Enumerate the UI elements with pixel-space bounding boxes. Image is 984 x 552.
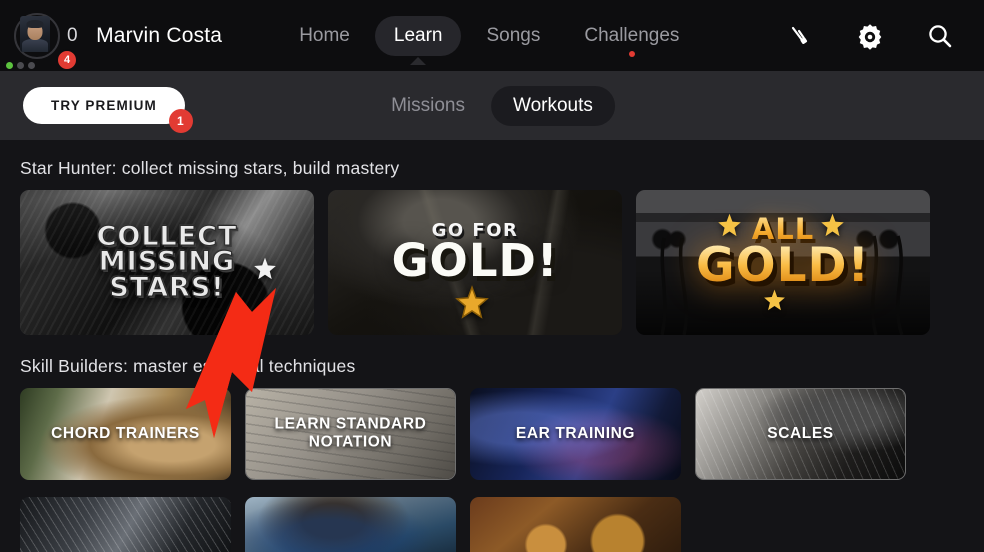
secondary-bar: TRY PREMIUM 1 Missions Workouts <box>0 71 984 140</box>
gear-icon[interactable] <box>856 22 884 50</box>
premium-badge: 1 <box>168 109 193 133</box>
gold-star-left-icon <box>718 213 741 237</box>
section-title-skill-builders: Skill Builders: master essential techniq… <box>20 356 356 376</box>
card-chord-trainers[interactable]: CHORD TRAINERS <box>20 388 231 480</box>
card-tutorial-videos[interactable]: TUTORIAL VIDEOS <box>470 497 681 552</box>
card-allgold-title: GOLD! <box>636 242 930 289</box>
card-all-gold[interactable]: ALL GOLD! <box>636 190 930 335</box>
tab-missions[interactable]: Missions <box>369 86 487 126</box>
card-arpeggios[interactable]: ARPEGGIOS <box>20 497 231 552</box>
card-gold-title: GOLD! <box>391 234 559 287</box>
nav-tab-home-label: Home <box>299 24 350 46</box>
username-label[interactable]: Marvin Costa <box>96 24 222 48</box>
star-hunter-card-row: COLLECT MISSING STARS! GO FOR GOLD! ALL … <box>0 179 984 335</box>
card-thumbnail-image <box>20 497 231 552</box>
notation-line-1: LEARN STANDARD <box>274 415 427 433</box>
card-collect-missing-stars[interactable]: COLLECT MISSING STARS! <box>20 190 314 335</box>
nav-tab-learn-label: Learn <box>393 24 443 46</box>
card-drills[interactable]: DRILLS FOR <box>245 497 456 552</box>
try-premium-label: TRY PREMIUM <box>51 98 157 113</box>
card-thumbnail-image <box>245 497 456 552</box>
card-label: EAR TRAINING <box>515 424 636 442</box>
section-title-star-hunter: Star Hunter: collect missing stars, buil… <box>20 158 400 178</box>
card-thumbnail-image <box>470 497 681 552</box>
search-icon[interactable] <box>926 22 954 50</box>
main-nav-tabs: Home Learn Songs Challenges <box>280 15 698 65</box>
card-go-for-gold[interactable]: GO FOR GOLD! <box>328 190 622 335</box>
card-label: CHORD TRAINERS <box>51 424 200 442</box>
notation-line-2: NOTATION <box>308 434 393 451</box>
more-skill-builders-row: ARPEGGIOS DRILLS FOR TUTORIAL VIDEOS <box>0 480 984 552</box>
tab-workouts-label: Workouts <box>513 94 593 116</box>
card-scales[interactable]: SCALES <box>695 388 906 480</box>
missions-workouts-toggle: Missions Workouts <box>369 85 615 126</box>
tuner-icon[interactable] <box>788 23 814 49</box>
top-icon-group <box>788 22 984 50</box>
notification-badge[interactable]: 4 <box>56 48 78 71</box>
tab-workouts[interactable]: Workouts <box>491 85 615 126</box>
nav-tab-challenges-label: Challenges <box>584 24 680 46</box>
avatar[interactable] <box>14 12 60 59</box>
card-label: SCALES <box>767 424 834 442</box>
app-root: 4 0 Marvin Costa Home Learn Songs Challe… <box>0 0 984 552</box>
content-area: Star Hunter: collect missing stars, buil… <box>0 140 984 552</box>
top-navigation-bar: 4 0 Marvin Costa Home Learn Songs Challe… <box>0 0 984 71</box>
skill-builders-card-row: CHORD TRAINERS LEARN STANDARD NOTATION E… <box>0 377 984 480</box>
white-star-icon <box>254 257 276 280</box>
gold-star-icon <box>455 285 489 319</box>
card-ear-training[interactable]: EAR TRAINING <box>470 388 681 480</box>
nav-tab-home[interactable]: Home <box>280 16 369 56</box>
star-count: 0 <box>67 24 79 46</box>
active-tab-caret-icon <box>410 56 427 65</box>
gold-star-bottom-icon <box>764 289 785 311</box>
card-label: LEARN STANDARD NOTATION <box>246 416 455 453</box>
avatar-image <box>20 15 50 52</box>
try-premium-button[interactable]: TRY PREMIUM 1 <box>23 87 193 133</box>
nav-tab-songs-label: Songs <box>486 24 541 46</box>
nav-tab-songs[interactable]: Songs <box>467 16 559 56</box>
gold-star-right-icon <box>821 213 844 237</box>
nav-tab-learn[interactable]: Learn <box>374 15 462 65</box>
profile-area[interactable]: 4 0 Marvin Costa <box>0 12 222 71</box>
challenges-notification-dot-icon <box>628 50 635 57</box>
tab-missions-label: Missions <box>391 94 465 116</box>
card-learn-standard-notation[interactable]: LEARN STANDARD NOTATION <box>245 388 456 480</box>
status-dots <box>6 61 35 69</box>
nav-tab-challenges[interactable]: Challenges <box>565 16 698 57</box>
